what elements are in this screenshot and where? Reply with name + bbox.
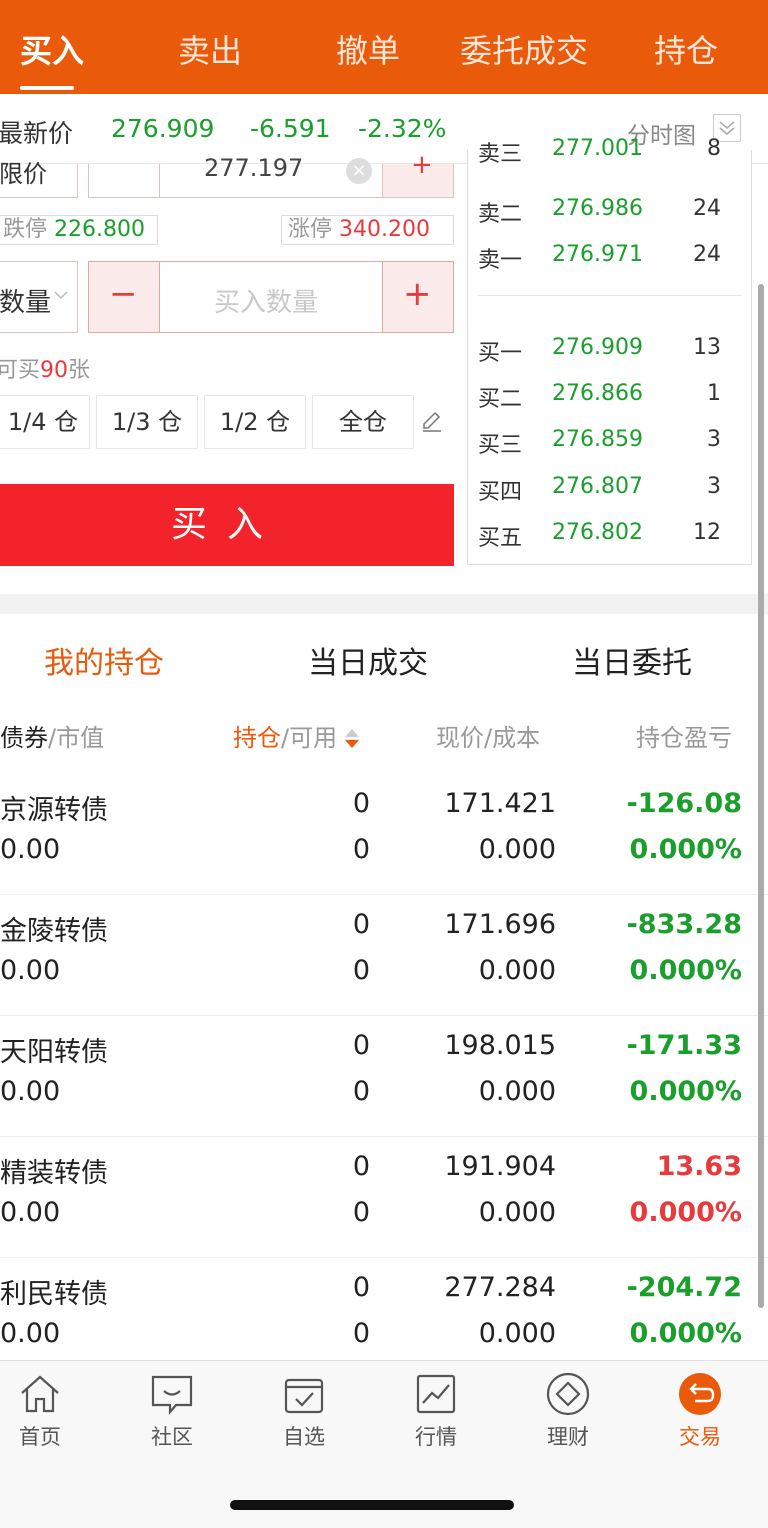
ratio-quarter-button[interactable]: 1/4 仓 [0,395,90,449]
column-header-position[interactable]: 持仓/可用 [233,718,359,753]
home-indicator [230,1500,514,1510]
limit-up-price[interactable]: 涨停 340.200 [281,215,454,245]
nav-watchlist[interactable]: 自选 [264,1371,344,1451]
tab-buy[interactable]: 买入 [20,26,84,72]
bid-row[interactable]: 买二 276.866 1 [468,381,753,421]
active-tab-indicator [20,86,74,90]
market-chart-icon [416,1374,456,1414]
ask-row[interactable]: 卖二 276.986 24 [468,196,753,236]
table-row[interactable]: 精装转债 0.00 0 0 191.904 0.000 13.63 0.000% [0,1137,768,1258]
wealth-diamond-icon [546,1372,590,1416]
bid-row[interactable]: 买五 276.802 12 [468,520,753,560]
edit-icon[interactable] [420,410,444,434]
column-header-bond: 债券/市值 [0,724,105,752]
tab-today-trades[interactable]: 当日成交 [308,638,428,682]
order-book-divider [478,295,742,296]
price-decrease-button[interactable] [88,164,160,198]
chat-icon [151,1375,193,1415]
ask-row[interactable]: 卖三 277.001 8 [468,136,753,190]
tab-positions[interactable]: 持仓 [654,26,718,72]
price-increase-button[interactable]: + [382,150,454,198]
max-buyable: 可买90张 [0,358,91,383]
quantity-increase-button[interactable]: + [382,261,454,333]
table-row[interactable]: 天阳转债 0.00 0 0 198.015 0.000 -171.33 0.00… [0,1016,768,1137]
sort-icon[interactable] [344,729,359,749]
section-divider [0,594,768,614]
clear-icon[interactable]: × [346,158,372,184]
tab-cancel-order[interactable]: 撤单 [336,26,400,72]
ratio-full-button[interactable]: 全仓 [312,395,414,449]
quantity-input[interactable]: 买入数量 [159,261,383,333]
price-change-pct: -2.32% [358,114,447,143]
trade-exchange-icon [679,1373,721,1415]
tab-my-positions[interactable]: 我的持仓 [44,638,164,682]
nav-community[interactable]: 社区 [132,1371,212,1451]
price-type-select[interactable]: 限价 [0,160,78,198]
column-header-price[interactable]: 现价/成本 [436,718,540,753]
watchlist-icon [284,1378,324,1414]
bid-row[interactable]: 买三 276.859 3 [468,427,753,467]
latest-price-label: 最新价 [0,119,74,148]
bid-row[interactable]: 买四 276.807 3 [468,474,753,514]
order-book: 卖三 277.001 8 卖二 276.986 24 卖一 276.971 24… [467,136,753,565]
limit-down-price[interactable]: 跌停 226.800 [0,215,158,245]
price-input[interactable]: 277.197 × [159,154,383,198]
tab-today-orders[interactable]: 当日委托 [572,638,692,682]
nav-home[interactable]: 首页 [0,1371,80,1451]
latest-price: 276.909 [111,114,215,143]
nav-trade[interactable]: 交易 [660,1371,740,1451]
scrollbar[interactable] [758,284,764,1308]
quantity-decrease-button[interactable]: − [88,261,160,333]
holdings-section: 我的持仓 当日成交 当日委托 债券/市值 持仓/可用 现价/成本 持仓盈亏 京源… [0,614,768,1360]
chevron-down-icon [53,286,69,305]
tab-sell[interactable]: 卖出 [178,26,242,72]
top-tab-bar: 买入 卖出 撤单 委托成交 持仓 [0,0,768,94]
home-icon [21,1375,59,1413]
nav-wealth[interactable]: 理财 [528,1371,608,1451]
buy-button[interactable]: 买入 [0,484,454,566]
ask-row[interactable]: 卖一 276.971 24 [468,242,753,282]
table-row[interactable]: 京源转债 0.00 0 0 171.421 0.000 -126.08 0.00… [0,774,768,895]
bid-row[interactable]: 买一 276.909 13 [468,335,753,375]
tab-orders-trades[interactable]: 委托成交 [460,26,588,72]
price-change: -6.591 [250,114,331,143]
nav-market[interactable]: 行情 [396,1371,476,1451]
ratio-half-button[interactable]: 1/2 仓 [204,395,306,449]
quantity-type-select[interactable]: 数量 [0,261,78,333]
column-header-pl[interactable]: 持仓盈亏 [636,718,732,753]
ratio-third-button[interactable]: 1/3 仓 [96,395,198,449]
table-row[interactable]: 金陵转债 0.00 0 0 171.696 0.000 -833.28 0.00… [0,895,768,1016]
